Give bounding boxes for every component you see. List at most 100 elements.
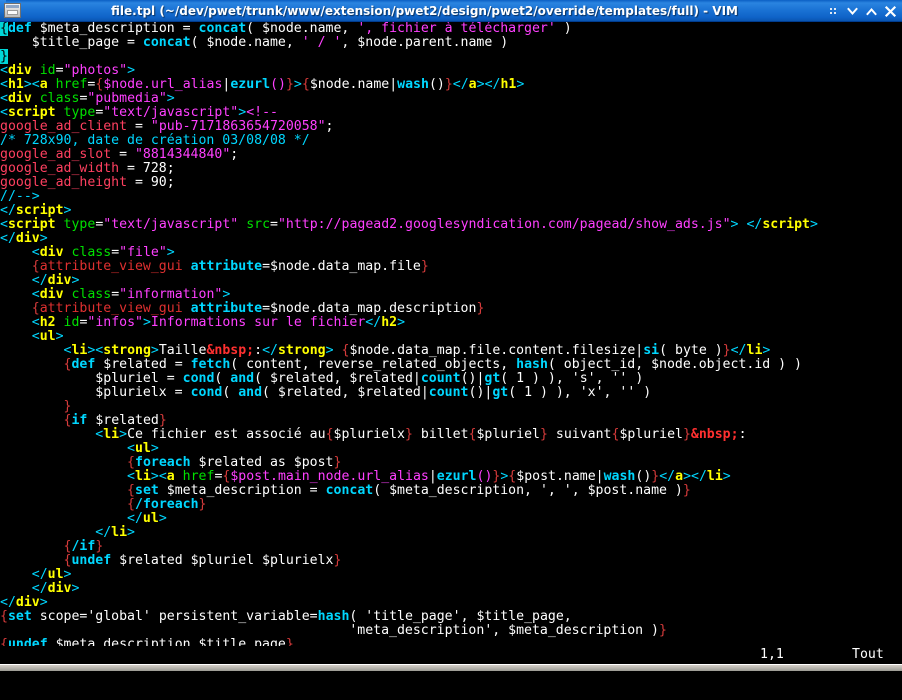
code-token: ) (627, 371, 644, 386)
code-line: $title_page = concat( $node.name, ' / ',… (0, 36, 902, 50)
code-token: attribute_view_gui (39, 259, 183, 274)
code-token: foreach (135, 455, 191, 470)
code-token: , (603, 385, 620, 400)
close-button[interactable] (881, 2, 900, 21)
code-token: > (150, 441, 159, 456)
code-token: } (540, 427, 548, 442)
code-token: google_ad_slot (0, 147, 112, 162)
code-token: ( 1 ) ), (508, 385, 580, 400)
code-token: &nbsp; (690, 427, 739, 442)
vim-text-area[interactable]: {def $meta_description = concat( $node.n… (0, 22, 902, 646)
code-token: $node.name (309, 77, 390, 92)
code-token: } (333, 553, 342, 568)
code-token: persistent_variable= (150, 609, 318, 624)
code-token: <!-- (246, 105, 278, 120)
code-token: > (722, 469, 731, 484)
code-token: set (135, 483, 159, 498)
code-token: cond (182, 371, 215, 386)
code-token: ', ' (539, 483, 572, 498)
code-token: $pluriel (619, 427, 683, 442)
code-token: hash (516, 357, 548, 372)
code-token: > (63, 203, 72, 218)
code-token: li (103, 427, 120, 442)
code-token: si (643, 343, 660, 358)
code-token: , $meta_description ) (492, 623, 659, 638)
code-line: {/if} (0, 540, 902, 554)
window-bottom-border (0, 664, 902, 671)
maximize-button[interactable] (862, 2, 881, 21)
window-titlebar[interactable]: file.tpl (~/dev/pwet/trunk/www/extension… (0, 0, 902, 22)
code-token: h1 (500, 77, 517, 92)
code-token: : (738, 427, 747, 442)
code-line: google_ad_height = 90; (0, 176, 902, 190)
code-token: { (0, 609, 8, 624)
code-token: attribute (190, 301, 263, 316)
code-token: } (333, 455, 342, 470)
code-token: = 90; (127, 175, 175, 190)
code-token: cond (190, 385, 223, 400)
code-token: < (0, 427, 104, 442)
code-line: <script type="text/javascript"><!-- (0, 106, 902, 120)
code-token: } (682, 483, 691, 498)
code-token: >< (23, 77, 40, 92)
code-token: scope= (31, 609, 88, 624)
code-token: < (0, 91, 8, 106)
code-token: } (63, 399, 72, 414)
code-token: </ (730, 343, 747, 358)
code-token: < (0, 469, 135, 484)
code-token: "pub-7171863654720058" (150, 119, 326, 134)
code-token: "8814344840" (134, 147, 231, 162)
code-token: href (182, 469, 215, 484)
code-token: strong (277, 343, 326, 358)
code-token: //--> (0, 189, 40, 204)
code-token: '' (619, 385, 636, 400)
code-token: div (7, 63, 32, 78)
code-token: () (270, 77, 286, 92)
code-token: $post.main_node.url_alias (230, 469, 429, 484)
code-token: >< (87, 343, 104, 358)
code-token: , $title_page, (460, 609, 572, 624)
code-line: {def $related = fetch( content, reverse_… (0, 358, 902, 372)
code-token: | (428, 469, 437, 484)
code-line: {set $meta_description = concat( $meta_d… (0, 484, 902, 498)
code-token: "http://pagead2.googlesyndication.com/pa… (277, 217, 731, 232)
code-token: ezurl (436, 469, 477, 484)
code-token: div (47, 273, 72, 288)
window-grip-icon[interactable] (824, 2, 843, 21)
code-token: { (127, 483, 135, 498)
code-token: } (420, 259, 429, 274)
code-token: a (468, 77, 477, 92)
code-token: 'x' (579, 385, 604, 400)
code-token: { (127, 497, 135, 512)
code-token: =$node.data_map.file (262, 259, 421, 274)
vim-status-line: 1,1 Tout (0, 646, 902, 664)
code-line: /* 728x90, date de création 03/08/08 */ (0, 134, 902, 148)
code-token: h1 (7, 77, 24, 92)
minimize-button[interactable] (843, 2, 862, 21)
code-token: </ (262, 343, 278, 358)
code-token: > (39, 595, 48, 610)
code-token: < (0, 329, 40, 344)
code-token: li (706, 469, 723, 484)
code-token: src (246, 217, 271, 232)
code-token: = (111, 147, 135, 162)
code-token: $meta_description = (31, 22, 199, 36)
scroll-position-indicator: Tout (852, 647, 884, 662)
code-token: } (95, 539, 104, 554)
code-token: $plurielx (333, 427, 405, 442)
vim-window-icon[interactable] (4, 3, 21, 18)
code-token: | (595, 469, 604, 484)
cursor-position-ruler: 1,1 (760, 647, 784, 662)
code-line: <div class="file"> (0, 246, 902, 260)
code-line: <ul> (0, 330, 902, 344)
code-line: <div class="information"> (0, 288, 902, 302)
code-token: </ (0, 567, 48, 582)
code-token: ( $related, $related (254, 371, 413, 386)
code-token: li (746, 343, 763, 358)
code-token: | (420, 385, 429, 400)
